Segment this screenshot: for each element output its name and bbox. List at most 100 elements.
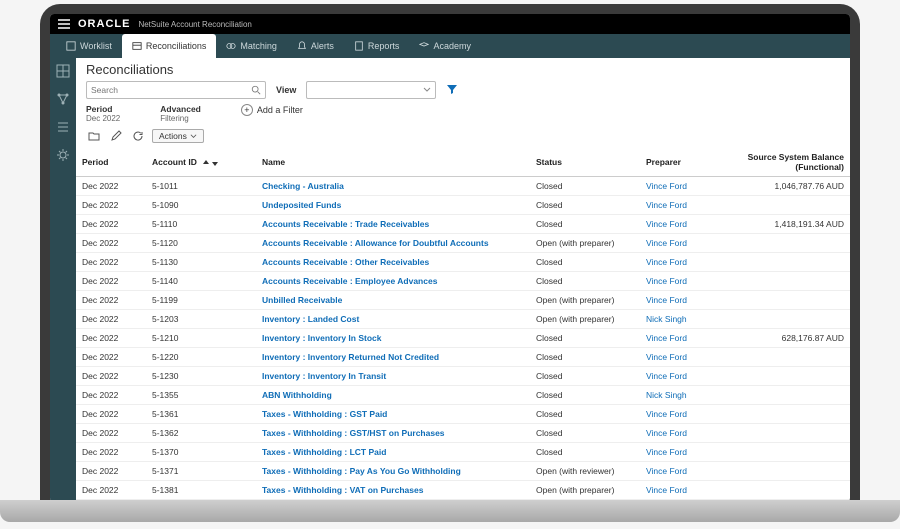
cell-preparer-link[interactable]: Vince Ford xyxy=(640,348,720,367)
cell-account: 5-1110 xyxy=(146,215,256,234)
cell-preparer-link[interactable]: Vince Ford xyxy=(640,196,720,215)
table-wrap[interactable]: Period Account ID Name Status xyxy=(76,148,850,502)
filter-advanced[interactable]: Advanced Filtering xyxy=(160,104,201,123)
cell-period: Dec 2022 xyxy=(76,481,146,500)
menu-icon[interactable] xyxy=(58,19,70,29)
cell-name-link[interactable]: Inventory : Inventory In Transit xyxy=(256,367,530,386)
table-row[interactable]: Dec 20225-1383Taxes - Withholding : WET … xyxy=(76,500,850,503)
cell-preparer-link[interactable]: Vince Ford xyxy=(640,462,720,481)
col-account-id[interactable]: Account ID xyxy=(146,148,256,177)
filter-row: Period Dec 2022 Advanced Filtering + Add… xyxy=(76,103,850,126)
search-input[interactable] xyxy=(91,85,251,95)
filter-icon[interactable] xyxy=(446,83,458,97)
cell-name-link[interactable]: Unbilled Receivable xyxy=(256,291,530,310)
cell-preparer-link[interactable]: Vince Ford xyxy=(640,443,720,462)
cell-preparer-link[interactable]: Nick Singh xyxy=(640,310,720,329)
cell-account: 5-1199 xyxy=(146,291,256,310)
cell-preparer-link[interactable]: Vince Ford xyxy=(640,215,720,234)
cell-preparer-link[interactable]: Vince Ford xyxy=(640,405,720,424)
cell-preparer-link[interactable]: Vince Ford xyxy=(640,329,720,348)
actions-dropdown[interactable]: Actions xyxy=(152,129,204,143)
table-row[interactable]: Dec 20225-1220Inventory : Inventory Retu… xyxy=(76,348,850,367)
nav-matching[interactable]: Matching xyxy=(216,34,287,58)
cell-name-link[interactable]: Accounts Receivable : Trade Receivables xyxy=(256,215,530,234)
cell-preparer-link[interactable]: Nick Singh xyxy=(640,386,720,405)
cell-status: Closed xyxy=(530,253,640,272)
chevron-down-icon xyxy=(423,86,431,94)
toolbar-edit-icon[interactable] xyxy=(108,128,124,144)
cell-name-link[interactable]: Taxes - Withholding : LCT Paid xyxy=(256,443,530,462)
cell-name-link[interactable]: Inventory : Inventory Returned Not Credi… xyxy=(256,348,530,367)
table-row[interactable]: Dec 20225-1210Inventory : Inventory In S… xyxy=(76,329,850,348)
cell-name-link[interactable]: Taxes - Withholding : GST Paid xyxy=(256,405,530,424)
cell-preparer-link[interactable]: Vince Ford xyxy=(640,272,720,291)
table-row[interactable]: Dec 20225-1140Accounts Receivable : Empl… xyxy=(76,272,850,291)
nav-academy[interactable]: Academy xyxy=(409,34,481,58)
cell-preparer-link[interactable]: Vince Ford xyxy=(640,291,720,310)
nav-reconciliations[interactable]: Reconciliations xyxy=(122,34,217,58)
table-row[interactable]: Dec 20225-1090Undeposited FundsClosedVin… xyxy=(76,196,850,215)
cell-preparer-link[interactable]: Vince Ford xyxy=(640,500,720,503)
add-filter-button[interactable]: + Add a Filter xyxy=(241,104,303,116)
cell-status: Closed xyxy=(530,272,640,291)
plus-icon: + xyxy=(241,104,253,116)
cell-period: Dec 2022 xyxy=(76,215,146,234)
toolbar-refresh-icon[interactable] xyxy=(130,128,146,144)
col-period[interactable]: Period xyxy=(76,148,146,177)
cell-preparer-link[interactable]: Vince Ford xyxy=(640,177,720,196)
table-row[interactable]: Dec 20225-1203Inventory : Landed CostOpe… xyxy=(76,310,850,329)
table-row[interactable]: Dec 20225-1381Taxes - Withholding : VAT … xyxy=(76,481,850,500)
filter-period[interactable]: Period Dec 2022 xyxy=(86,104,120,123)
cell-name-link[interactable]: Taxes - Withholding : GST/HST on Purchas… xyxy=(256,424,530,443)
nav-worklist[interactable]: Worklist xyxy=(56,34,122,58)
cell-status: Open (with preparer) xyxy=(530,481,640,500)
table-row[interactable]: Dec 20225-1011Checking - AustraliaClosed… xyxy=(76,177,850,196)
cell-name-link[interactable]: Accounts Receivable : Other Receivables xyxy=(256,253,530,272)
rail-nodes-icon[interactable] xyxy=(56,92,70,106)
col-balance[interactable]: Source System Balance (Functional) xyxy=(720,148,850,177)
toolbar-folder-icon[interactable] xyxy=(86,128,102,144)
table-row[interactable]: Dec 20225-1371Taxes - Withholding : Pay … xyxy=(76,462,850,481)
cell-status: Closed xyxy=(530,367,640,386)
rail-gear-icon[interactable] xyxy=(56,148,70,162)
cell-name-link[interactable]: Inventory : Landed Cost xyxy=(256,310,530,329)
cell-status: Closed xyxy=(530,443,640,462)
cell-name-link[interactable]: Taxes - Withholding : Pay As You Go With… xyxy=(256,462,530,481)
table-row[interactable]: Dec 20225-1362Taxes - Withholding : GST/… xyxy=(76,424,850,443)
cell-preparer-link[interactable]: Vince Ford xyxy=(640,367,720,386)
nav-alerts[interactable]: Alerts xyxy=(287,34,344,58)
cell-period: Dec 2022 xyxy=(76,272,146,291)
cell-name-link[interactable]: Inventory : Inventory In Stock xyxy=(256,329,530,348)
table-row[interactable]: Dec 20225-1130Accounts Receivable : Othe… xyxy=(76,253,850,272)
cell-name-link[interactable]: Accounts Receivable : Allowance for Doub… xyxy=(256,234,530,253)
cell-name-link[interactable]: Undeposited Funds xyxy=(256,196,530,215)
cell-status: Closed xyxy=(530,329,640,348)
cell-name-link[interactable]: Checking - Australia xyxy=(256,177,530,196)
col-name[interactable]: Name xyxy=(256,148,530,177)
cell-preparer-link[interactable]: Vince Ford xyxy=(640,481,720,500)
col-status[interactable]: Status xyxy=(530,148,640,177)
table-row[interactable]: Dec 20225-1110Accounts Receivable : Trad… xyxy=(76,215,850,234)
cell-name-link[interactable]: Taxes - Withholding : VAT on Purchases xyxy=(256,481,530,500)
table-row[interactable]: Dec 20225-1370Taxes - Withholding : LCT … xyxy=(76,443,850,462)
table-row[interactable]: Dec 20225-1361Taxes - Withholding : GST … xyxy=(76,405,850,424)
rail-list-icon[interactable] xyxy=(56,120,70,134)
cell-preparer-link[interactable]: Vince Ford xyxy=(640,234,720,253)
cell-period: Dec 2022 xyxy=(76,196,146,215)
table-row[interactable]: Dec 20225-1355ABN WithholdingClosedNick … xyxy=(76,386,850,405)
search-box[interactable] xyxy=(86,81,266,99)
rail-grid-icon[interactable] xyxy=(56,64,70,78)
nav-reports[interactable]: Reports xyxy=(344,34,410,58)
view-select[interactable] xyxy=(306,81,436,99)
table-row[interactable]: Dec 20225-1199Unbilled ReceivableOpen (w… xyxy=(76,291,850,310)
cell-name-link[interactable]: Taxes - Withholding : WET Paid xyxy=(256,500,530,503)
table-row[interactable]: Dec 20225-1230Inventory : Inventory In T… xyxy=(76,367,850,386)
table-row[interactable]: Dec 20225-1120Accounts Receivable : Allo… xyxy=(76,234,850,253)
col-preparer[interactable]: Preparer xyxy=(640,148,720,177)
laptop-frame: ORACLE NetSuite Account Reconciliation W… xyxy=(40,4,860,502)
cell-preparer-link[interactable]: Vince Ford xyxy=(640,253,720,272)
cell-name-link[interactable]: ABN Withholding xyxy=(256,386,530,405)
cell-preparer-link[interactable]: Vince Ford xyxy=(640,424,720,443)
cell-name-link[interactable]: Accounts Receivable : Employee Advances xyxy=(256,272,530,291)
cell-period: Dec 2022 xyxy=(76,177,146,196)
